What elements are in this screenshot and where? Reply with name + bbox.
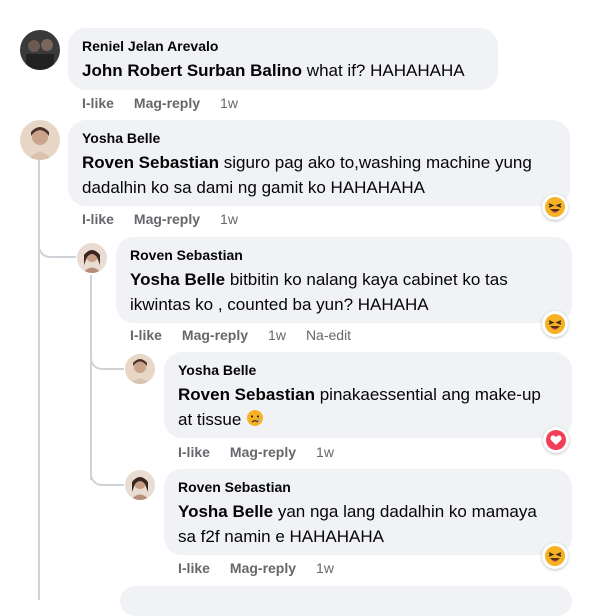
- comment-body: what if? HAHAHAHA: [302, 61, 465, 80]
- thread-curve-reply-2: [90, 346, 124, 370]
- like-button[interactable]: I-like: [82, 211, 114, 227]
- reply-button[interactable]: Mag-reply: [134, 95, 200, 111]
- mention[interactable]: John Robert Surban Balino: [82, 61, 302, 80]
- avatar[interactable]: [125, 470, 155, 500]
- timestamp[interactable]: 1w: [220, 95, 238, 111]
- comment-author[interactable]: Yosha Belle: [178, 362, 558, 378]
- comment-text: John Robert Surban Balino what if? HAHAH…: [82, 58, 484, 83]
- comment-text: Yosha Belle yan nga lang dadalhin ko mam…: [178, 499, 558, 549]
- timestamp[interactable]: 1w: [268, 327, 286, 343]
- reaction-heart-icon[interactable]: [543, 427, 569, 453]
- like-button[interactable]: I-like: [82, 95, 114, 111]
- comment-author[interactable]: Roven Sebastian: [178, 479, 558, 495]
- comment-bubble-partial: [120, 586, 572, 616]
- avatar[interactable]: [20, 30, 60, 70]
- comment-author[interactable]: Roven Sebastian: [130, 247, 558, 263]
- comment-bubble: Yosha Belle Roven Sebastian siguro pag a…: [68, 120, 570, 206]
- comment-author[interactable]: Reniel Jelan Arevalo: [82, 38, 484, 54]
- comment-actions: I-like Mag-reply 1w Na-edit: [130, 327, 371, 343]
- comment-text: Roven Sebastian siguro pag ako to,washin…: [82, 150, 556, 200]
- timestamp[interactable]: 1w: [316, 560, 334, 576]
- mention[interactable]: Roven Sebastian: [178, 385, 315, 404]
- avatar[interactable]: [77, 243, 107, 273]
- like-button[interactable]: I-like: [178, 444, 210, 460]
- mention[interactable]: Roven Sebastian: [82, 153, 219, 172]
- avatar[interactable]: [20, 120, 60, 160]
- comment-actions: I-like Mag-reply 1w: [82, 95, 258, 111]
- like-button[interactable]: I-like: [130, 327, 162, 343]
- reply-button[interactable]: Mag-reply: [230, 560, 296, 576]
- comment-text: Roven Sebastian pinakaessential ang make…: [178, 382, 558, 434]
- edited-label[interactable]: Na-edit: [306, 327, 351, 343]
- thread-line-main: [38, 160, 40, 600]
- reply-button[interactable]: Mag-reply: [134, 211, 200, 227]
- comment-bubble: Roven Sebastian Yosha Belle yan nga lang…: [164, 469, 572, 555]
- timestamp[interactable]: 1w: [220, 211, 238, 227]
- reaction-laughing-icon[interactable]: [542, 311, 568, 337]
- reaction-laughing-icon[interactable]: [542, 543, 568, 569]
- comment-actions: I-like Mag-reply 1w: [178, 444, 354, 460]
- reply-button[interactable]: Mag-reply: [182, 327, 248, 343]
- thread-curve-reply-3: [90, 462, 124, 486]
- comment-bubble: Reniel Jelan Arevalo John Robert Surban …: [68, 28, 498, 90]
- comment-bubble: Roven Sebastian Yosha Belle bitbitin ko …: [116, 237, 572, 323]
- comment-actions: I-like Mag-reply 1w: [178, 560, 354, 576]
- timestamp[interactable]: 1w: [316, 444, 334, 460]
- comment-actions: I-like Mag-reply 1w: [82, 211, 258, 227]
- comment-bubble: Yosha Belle Roven Sebastian pinakaessent…: [164, 352, 572, 438]
- reaction-laughing-icon[interactable]: [542, 194, 568, 220]
- comment-text: Yosha Belle bitbitin ko nalang kaya cabi…: [130, 267, 558, 317]
- avatar[interactable]: [125, 354, 155, 384]
- mention[interactable]: Yosha Belle: [178, 502, 273, 521]
- thread-curve-reply-1: [38, 232, 76, 258]
- comment-author[interactable]: Yosha Belle: [82, 130, 556, 146]
- crying-face-icon: [246, 409, 264, 434]
- thread-line-nested: [90, 275, 92, 480]
- like-button[interactable]: I-like: [178, 560, 210, 576]
- mention[interactable]: Yosha Belle: [130, 270, 225, 289]
- reply-button[interactable]: Mag-reply: [230, 444, 296, 460]
